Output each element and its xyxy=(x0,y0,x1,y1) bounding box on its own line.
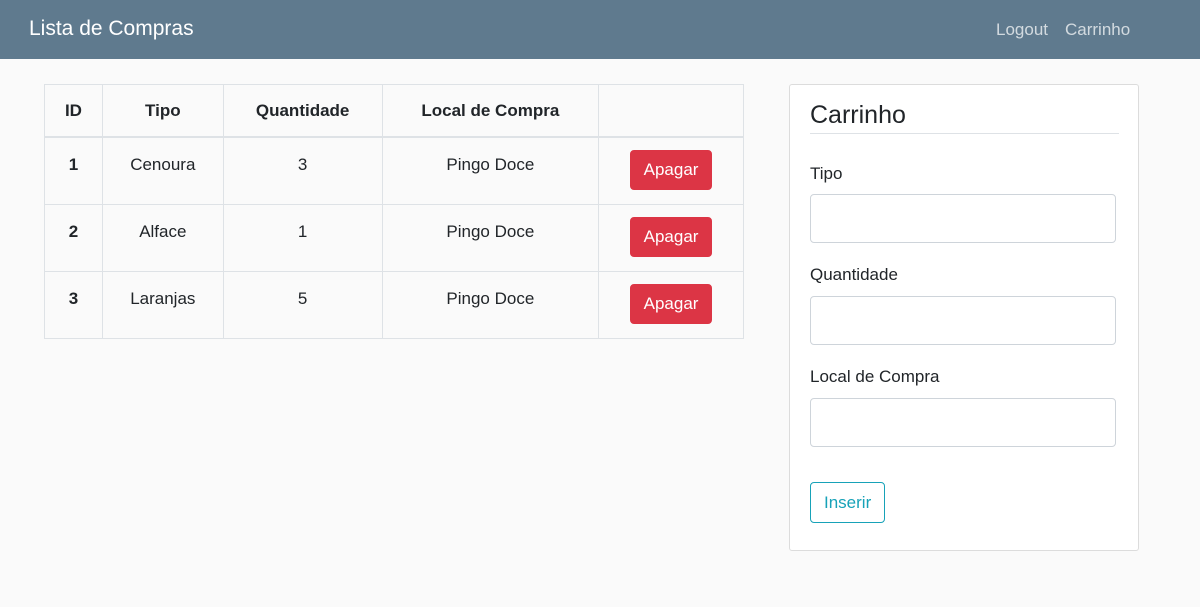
row-local: Pingo Doce xyxy=(446,289,535,308)
row-quantidade: 3 xyxy=(297,155,308,174)
quantidade-input[interactable] xyxy=(810,296,1116,345)
table-header-row: ID Tipo Quantidade Local de Compra xyxy=(44,84,744,138)
column-header-quantidade: Quantidade xyxy=(222,84,383,138)
table-row: 2 Alface 1 Pingo Doce Apagar xyxy=(44,204,744,272)
column-header-tipo: Tipo xyxy=(101,84,224,138)
logout-link[interactable]: Logout xyxy=(996,19,1048,41)
brand-link[interactable]: Lista de Compras xyxy=(29,16,194,42)
row-quantidade: 1 xyxy=(297,222,308,241)
row-tipo: Cenoura xyxy=(130,155,196,174)
row-tipo: Laranjas xyxy=(130,289,196,308)
column-header-actions xyxy=(598,84,744,138)
delete-button[interactable]: Apagar xyxy=(629,217,713,257)
column-header-id: ID xyxy=(44,84,103,138)
shopping-table-container: ID Tipo Quantidade Local de Compra 1 Cen… xyxy=(44,84,744,339)
navbar: Lista de Compras Logout Carrinho xyxy=(0,0,1200,59)
nav-links: Logout Carrinho xyxy=(996,19,1130,41)
row-id: 2 xyxy=(68,222,79,241)
row-tipo: Alface xyxy=(139,222,187,241)
card-title: Carrinho xyxy=(810,100,1119,134)
local-input[interactable] xyxy=(810,398,1116,447)
table-row: 1 Cenoura 3 Pingo Doce Apagar xyxy=(44,136,744,205)
column-header-local: Local de Compra xyxy=(381,84,600,138)
shopping-table: ID Tipo Quantidade Local de Compra 1 Cen… xyxy=(44,84,744,339)
row-local: Pingo Doce xyxy=(446,155,535,174)
local-label: Local de Compra xyxy=(810,367,940,386)
tipo-label: Tipo xyxy=(810,164,843,183)
delete-button[interactable]: Apagar xyxy=(629,150,713,190)
row-id: 3 xyxy=(68,289,79,308)
delete-button[interactable]: Apagar xyxy=(629,284,713,324)
cart-form-card: Carrinho Tipo Quantidade Local de Compra… xyxy=(789,84,1139,551)
insert-button[interactable]: Inserir xyxy=(810,482,886,523)
row-id: 1 xyxy=(68,155,79,174)
quantidade-label: Quantidade xyxy=(810,265,898,284)
table-row: 3 Laranjas 5 Pingo Doce Apagar xyxy=(44,271,744,339)
row-local: Pingo Doce xyxy=(446,222,535,241)
tipo-input[interactable] xyxy=(810,194,1116,243)
carrinho-link[interactable]: Carrinho xyxy=(1065,19,1130,41)
row-quantidade: 5 xyxy=(297,289,308,308)
